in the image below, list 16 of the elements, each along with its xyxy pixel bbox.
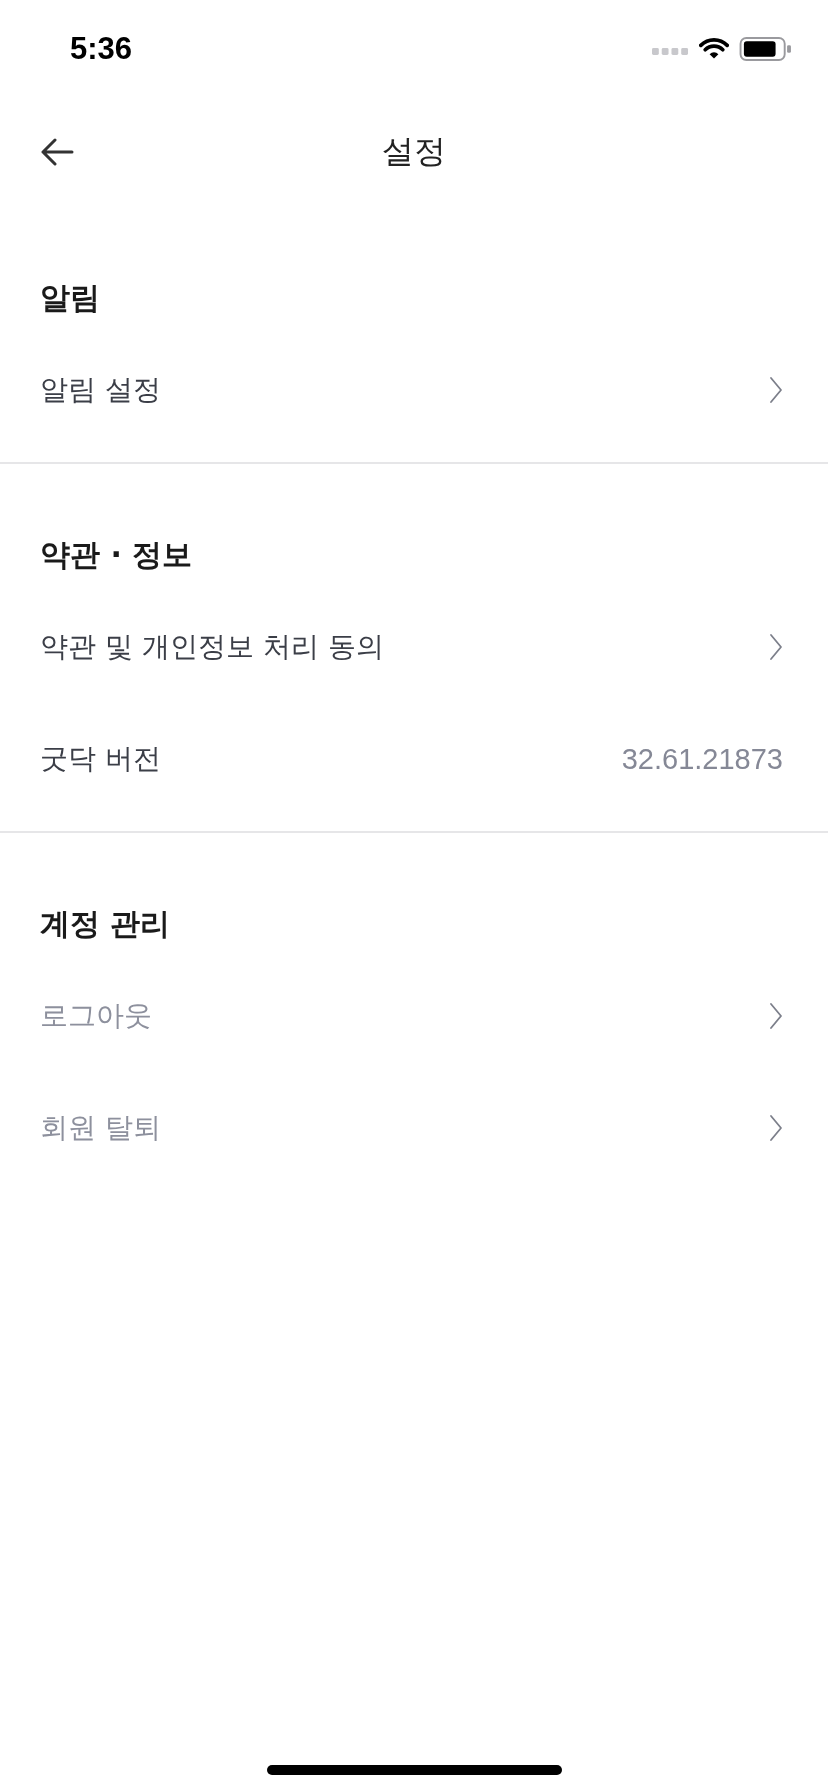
signal-icon [652, 48, 689, 55]
version-label: 굿닥 버전 [40, 741, 161, 777]
arrow-left-icon [40, 138, 74, 166]
wifi-icon [699, 38, 729, 59]
back-button[interactable] [40, 138, 74, 166]
section-heading: 계정 관리 [40, 905, 171, 943]
status-time: 5:36 [70, 33, 133, 64]
battery-icon [739, 36, 792, 61]
chevron-right-icon [769, 1002, 783, 1030]
section-heading: 약관 · 정보 [40, 536, 193, 574]
chevron-right-icon [769, 376, 783, 404]
page-title: 설정 [382, 131, 446, 173]
chevron-right-icon [769, 1114, 783, 1142]
chevron-right-icon [769, 633, 783, 661]
version-value: 32.61.21873 [621, 742, 783, 776]
section-heading: 알림 [40, 279, 100, 317]
